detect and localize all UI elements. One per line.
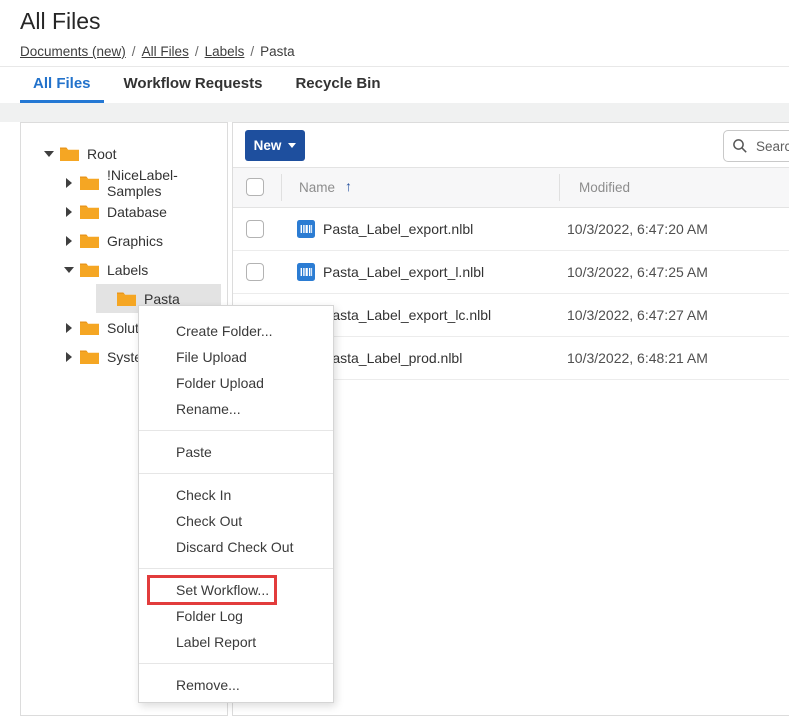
menu-item-paste[interactable]: Paste	[139, 439, 333, 465]
row-checkbox[interactable]	[246, 220, 264, 238]
breadcrumb-separator: /	[250, 44, 254, 59]
breadcrumb-link-documents[interactable]: Documents (new)	[20, 44, 126, 59]
chevron-right-icon[interactable]	[63, 322, 75, 334]
column-divider	[281, 174, 282, 201]
breadcrumb-separator: /	[195, 44, 199, 59]
table-row[interactable]: Pasta_Label_export_l.nlbl 10/3/2022, 6:4…	[233, 251, 789, 294]
tree-item-label: !NiceLabel-Samples	[107, 167, 227, 199]
folder-icon	[79, 319, 100, 336]
menu-item-check-in[interactable]: Check In	[139, 482, 333, 508]
label-file-icon	[297, 263, 315, 281]
menu-item-folder-log[interactable]: Folder Log	[139, 603, 333, 629]
file-name[interactable]: Pasta_Label_prod.nlbl	[323, 350, 462, 366]
label-file-icon	[297, 220, 315, 238]
file-modified: 10/3/2022, 6:47:27 AM	[567, 307, 708, 323]
menu-item-label-report[interactable]: Label Report	[139, 629, 333, 655]
folder-icon	[79, 348, 100, 365]
sort-ascending-icon[interactable]: ↑	[345, 178, 352, 194]
search-box	[723, 130, 789, 162]
page-title: All Files	[20, 8, 101, 35]
tree-item-label: Root	[87, 146, 117, 162]
tab-recycle-bin[interactable]: Recycle Bin	[282, 67, 393, 103]
row-checkbox[interactable]	[246, 263, 264, 281]
new-button[interactable]: New	[245, 130, 305, 161]
column-divider	[559, 174, 560, 201]
breadcrumb-separator: /	[132, 44, 136, 59]
menu-item-folder-upload[interactable]: Folder Upload	[139, 370, 333, 396]
tab-all-files[interactable]: All Files	[20, 67, 104, 103]
select-all-checkbox[interactable]	[246, 178, 264, 196]
toolbar: New	[233, 123, 789, 168]
tree-item-graphics[interactable]: Graphics	[21, 226, 227, 255]
menu-item-discard-check-out[interactable]: Discard Check Out	[139, 534, 333, 560]
table-row[interactable]: Pasta_Label_export.nlbl 10/3/2022, 6:47:…	[233, 208, 789, 251]
file-modified: 10/3/2022, 6:47:25 AM	[567, 264, 708, 280]
search-input[interactable]	[723, 130, 789, 162]
menu-item-rename[interactable]: Rename...	[139, 396, 333, 422]
chevron-right-icon[interactable]	[63, 206, 75, 218]
chevron-right-icon[interactable]	[63, 351, 75, 363]
menu-item-check-out[interactable]: Check Out	[139, 508, 333, 534]
column-header-modified[interactable]: Modified	[579, 180, 630, 195]
file-name[interactable]: Pasta_Label_export.nlbl	[323, 221, 473, 237]
tree-item-database[interactable]: Database	[21, 197, 227, 226]
tab-workflow-requests[interactable]: Workflow Requests	[111, 67, 276, 103]
content-background-band	[0, 103, 789, 122]
tree-item-nicelabel-samples[interactable]: !NiceLabel-Samples	[21, 168, 227, 197]
file-modified: 10/3/2022, 6:47:20 AM	[567, 221, 708, 237]
tree-item-label: Database	[107, 204, 167, 220]
tree-item-label: Graphics	[107, 233, 163, 249]
folder-icon	[59, 145, 80, 162]
menu-separator	[139, 473, 333, 474]
folder-icon	[116, 290, 137, 307]
new-button-label: New	[254, 138, 282, 153]
caret-down-icon	[288, 143, 296, 148]
menu-separator	[139, 568, 333, 569]
file-name[interactable]: Pasta_Label_export_lc.nlbl	[323, 307, 491, 323]
breadcrumb: Documents (new) / All Files / Labels / Pasta	[20, 44, 295, 59]
folder-icon	[79, 174, 100, 191]
chevron-down-icon[interactable]	[63, 264, 75, 276]
breadcrumb-current: Pasta	[260, 44, 295, 59]
menu-item-label: Set Workflow...	[176, 582, 269, 598]
tree-item-label: Labels	[107, 262, 148, 278]
menu-separator	[139, 663, 333, 664]
tab-bar: All Files Workflow Requests Recycle Bin	[0, 66, 789, 103]
folder-icon	[79, 203, 100, 220]
folder-icon	[79, 232, 100, 249]
column-header-name[interactable]: Name	[299, 180, 335, 195]
chevron-right-icon[interactable]	[63, 235, 75, 247]
file-modified: 10/3/2022, 6:48:21 AM	[567, 350, 708, 366]
menu-item-remove[interactable]: Remove...	[139, 672, 333, 698]
breadcrumb-link-labels[interactable]: Labels	[205, 44, 245, 59]
breadcrumb-link-all-files[interactable]: All Files	[142, 44, 189, 59]
menu-separator	[139, 430, 333, 431]
menu-item-set-workflow[interactable]: Set Workflow...	[139, 577, 333, 603]
chevron-down-icon[interactable]	[43, 148, 55, 160]
tree-item-labels[interactable]: Labels	[21, 255, 227, 284]
menu-item-create-folder[interactable]: Create Folder...	[139, 318, 333, 344]
folder-icon	[79, 261, 100, 278]
menu-item-file-upload[interactable]: File Upload	[139, 344, 333, 370]
chevron-right-icon[interactable]	[63, 177, 75, 189]
table-header: Name ↑ Modified	[233, 168, 789, 208]
tree-item-root[interactable]: Root	[21, 139, 227, 168]
file-name[interactable]: Pasta_Label_export_l.nlbl	[323, 264, 484, 280]
context-menu: Create Folder... File Upload Folder Uplo…	[138, 305, 334, 703]
